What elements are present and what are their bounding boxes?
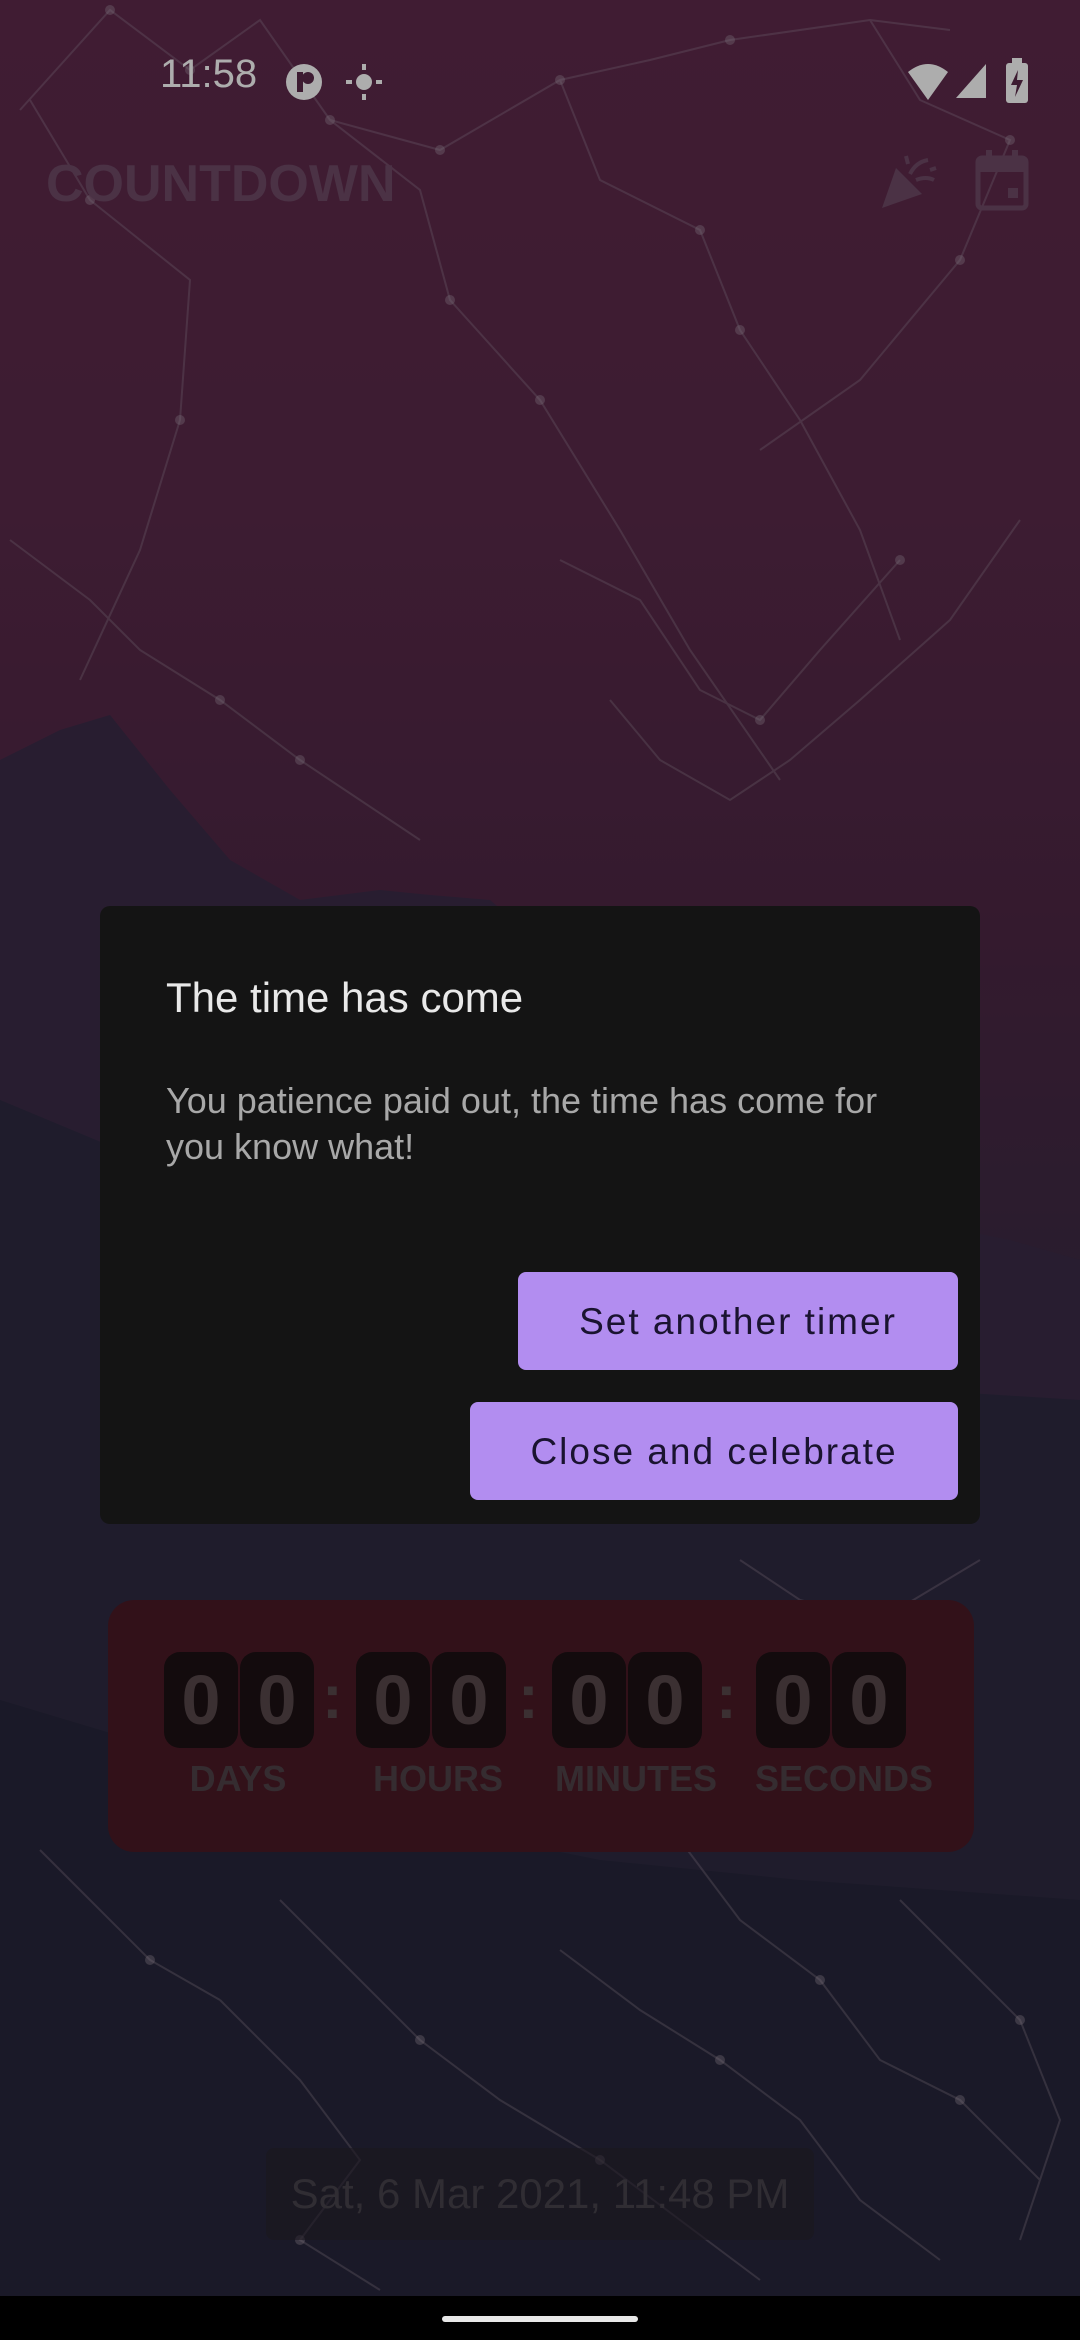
alert-dialog: The time has come You patience paid out,…	[100, 906, 980, 1524]
gesture-handle[interactable]	[442, 2316, 638, 2322]
close-and-celebrate-button[interactable]: Close and celebrate	[470, 1402, 958, 1500]
set-another-timer-button[interactable]: Set another timer	[518, 1272, 958, 1370]
dialog-message: You patience paid out, the time has come…	[166, 1080, 878, 1167]
dialog-title: The time has come	[166, 974, 524, 1021]
